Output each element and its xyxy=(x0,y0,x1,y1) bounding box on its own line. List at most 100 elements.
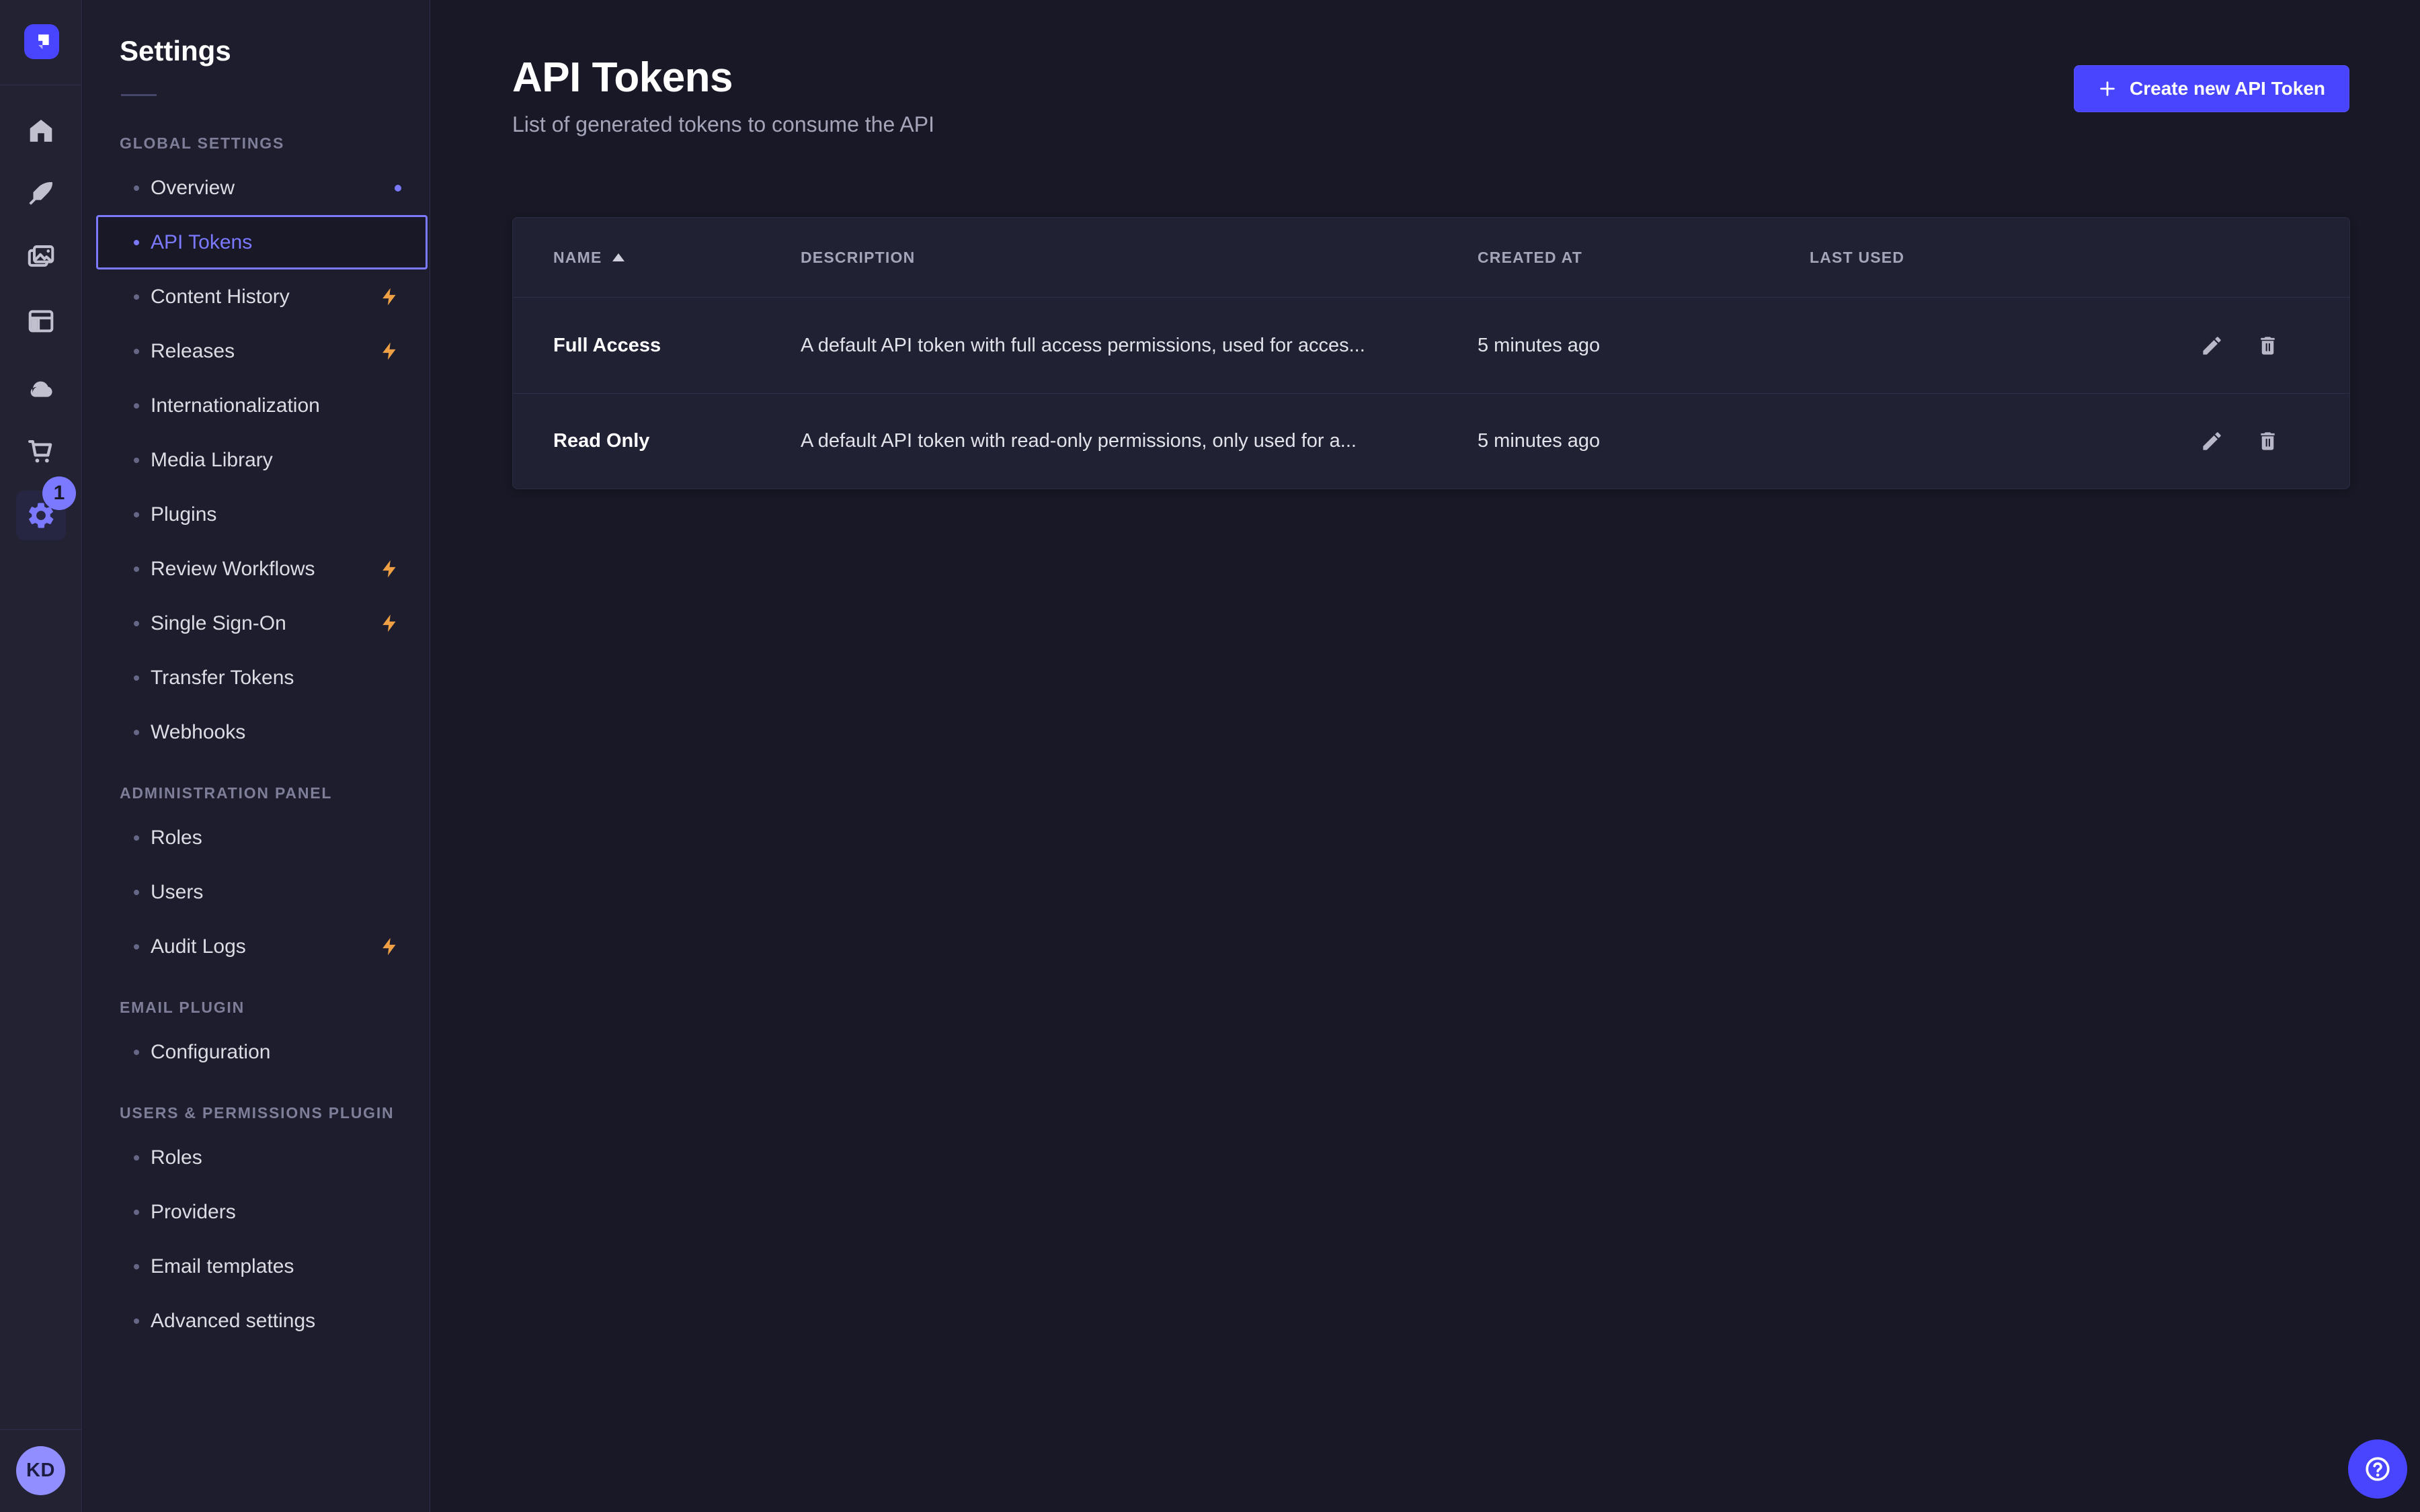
subnav-item-review-workflows[interactable]: Review Workflows xyxy=(96,542,428,596)
subnav-item-label: Providers xyxy=(151,1201,236,1224)
strapi-logo[interactable] xyxy=(24,24,59,59)
bullet-icon xyxy=(134,185,139,191)
bullet-icon xyxy=(134,566,139,572)
subnav-item-webhooks[interactable]: Webhooks xyxy=(96,705,428,759)
subnav-item-label: Internationalization xyxy=(151,394,320,417)
subnav-item-label: Review Workflows xyxy=(151,558,315,581)
subnav-item-advanced-settings[interactable]: Advanced settings xyxy=(96,1294,428,1348)
column-header-last-used: Last used xyxy=(1810,249,2181,267)
token-name-cell: Full Access xyxy=(553,335,801,357)
page-title: API Tokens xyxy=(512,54,934,101)
home-icon[interactable] xyxy=(21,111,61,151)
delete-trash-icon[interactable] xyxy=(2256,334,2280,358)
subnav-item-single-sign-on[interactable]: Single Sign-On xyxy=(96,596,428,650)
subnav-item-label: Webhooks xyxy=(151,721,245,744)
bullet-icon xyxy=(134,1318,139,1324)
subnav-item-label: Plugins xyxy=(151,503,216,526)
bullet-icon xyxy=(134,890,139,895)
token-actions-cell xyxy=(2181,334,2309,358)
subnav-item-configuration[interactable]: Configuration xyxy=(96,1025,428,1079)
table-body: Full AccessA default API token with full… xyxy=(513,298,2349,489)
bullet-icon xyxy=(134,944,139,950)
cart-icon[interactable] xyxy=(21,431,61,472)
subnav-divider xyxy=(121,94,157,96)
delete-trash-icon[interactable] xyxy=(2256,429,2280,453)
bullet-icon xyxy=(134,730,139,735)
token-created-at-cell: 5 minutes ago xyxy=(1478,335,1810,357)
bullet-icon xyxy=(134,512,139,517)
subnav-item-roles[interactable]: Roles xyxy=(96,810,428,865)
settings-subnav: Settings Global SettingsOverviewAPI Toke… xyxy=(83,0,430,1512)
media-icon[interactable] xyxy=(21,237,61,277)
feather-icon[interactable] xyxy=(21,173,61,214)
token-description-cell: A default API token with read-only permi… xyxy=(801,430,1478,452)
section-label: Administration Panel xyxy=(83,775,430,810)
layout-icon[interactable] xyxy=(21,301,61,341)
subnav-item-api-tokens[interactable]: API Tokens xyxy=(96,215,428,269)
subnav-item-label: Audit Logs xyxy=(151,935,246,958)
bullet-icon xyxy=(134,458,139,463)
subnav-item-label: Overview xyxy=(151,177,235,200)
notifications-badge: 1 xyxy=(42,476,76,510)
token-created-at-cell: 5 minutes ago xyxy=(1478,430,1810,452)
column-header-description: Description xyxy=(801,249,1478,267)
subnav-item-label: Releases xyxy=(151,340,235,363)
table-header-row: Name Description Created at Last used xyxy=(513,218,2349,298)
main-nav-rail: 1 KD xyxy=(0,0,82,1512)
subnav-item-label: API Tokens xyxy=(151,231,252,254)
token-actions-cell xyxy=(2181,429,2309,453)
subnav-item-audit-logs[interactable]: Audit Logs xyxy=(96,919,428,974)
bullet-icon xyxy=(134,675,139,681)
page-subtitle: List of generated tokens to consume the … xyxy=(512,112,934,137)
lightning-icon xyxy=(379,558,400,579)
column-header-created-at: Created at xyxy=(1478,249,1810,267)
cloud-icon[interactable] xyxy=(21,368,61,409)
subnav-item-label: Content History xyxy=(151,286,290,308)
create-api-token-label: Create new API Token xyxy=(2130,78,2325,99)
create-api-token-button[interactable]: Create new API Token xyxy=(2074,65,2349,112)
lightning-icon xyxy=(379,936,400,957)
subnav-item-label: Roles xyxy=(151,827,202,849)
gear-icon[interactable]: 1 xyxy=(16,491,66,540)
column-header-name[interactable]: Name xyxy=(553,249,801,267)
subnav-item-users[interactable]: Users xyxy=(96,865,428,919)
bullet-icon xyxy=(134,1050,139,1055)
token-row-full-access[interactable]: Full AccessA default API token with full… xyxy=(513,298,2349,393)
bullet-icon xyxy=(134,1210,139,1215)
edit-pencil-icon[interactable] xyxy=(2200,334,2224,358)
subnav-item-media-library[interactable]: Media Library xyxy=(96,433,428,487)
question-icon xyxy=(2363,1454,2392,1484)
subnav-item-overview[interactable]: Overview xyxy=(96,161,428,215)
subnav-item-label: Single Sign-On xyxy=(151,612,286,635)
subnav-item-transfer-tokens[interactable]: Transfer Tokens xyxy=(96,650,428,705)
subnav-item-providers[interactable]: Providers xyxy=(96,1185,428,1239)
subnav-item-label: Transfer Tokens xyxy=(151,667,294,689)
bullet-icon xyxy=(134,403,139,409)
subnav-item-releases[interactable]: Releases xyxy=(96,324,428,378)
bullet-icon xyxy=(134,240,139,245)
section-label: Users & Permissions Plugin xyxy=(83,1095,430,1130)
rail-divider-bottom xyxy=(0,1429,82,1430)
subnav-title: Settings xyxy=(83,0,430,67)
subnav-item-content-history[interactable]: Content History xyxy=(96,269,428,324)
subnav-item-internationalization[interactable]: Internationalization xyxy=(96,378,428,433)
bullet-icon xyxy=(134,294,139,300)
lightning-icon xyxy=(379,613,400,634)
lightning-icon xyxy=(379,286,400,307)
avatar[interactable]: KD xyxy=(16,1446,65,1495)
subnav-item-plugins[interactable]: Plugins xyxy=(96,487,428,542)
edit-pencil-icon[interactable] xyxy=(2200,429,2224,453)
help-button[interactable] xyxy=(2348,1439,2407,1499)
lightning-icon xyxy=(379,341,400,362)
subnav-item-roles[interactable]: Roles xyxy=(96,1130,428,1185)
page-header: API Tokens List of generated tokens to c… xyxy=(512,54,934,137)
bullet-icon xyxy=(134,621,139,626)
subnav-item-label: Roles xyxy=(151,1146,202,1169)
token-row-read-only[interactable]: Read OnlyA default API token with read-o… xyxy=(513,393,2349,489)
subnav-item-email-templates[interactable]: Email templates xyxy=(96,1239,428,1294)
api-tokens-table: Name Description Created at Last used Fu… xyxy=(512,217,2350,489)
section-label: Email Plugin xyxy=(83,990,430,1025)
token-name-cell: Read Only xyxy=(553,430,801,452)
subnav-item-label: Email templates xyxy=(151,1255,294,1278)
subnav-item-label: Advanced settings xyxy=(151,1310,315,1333)
